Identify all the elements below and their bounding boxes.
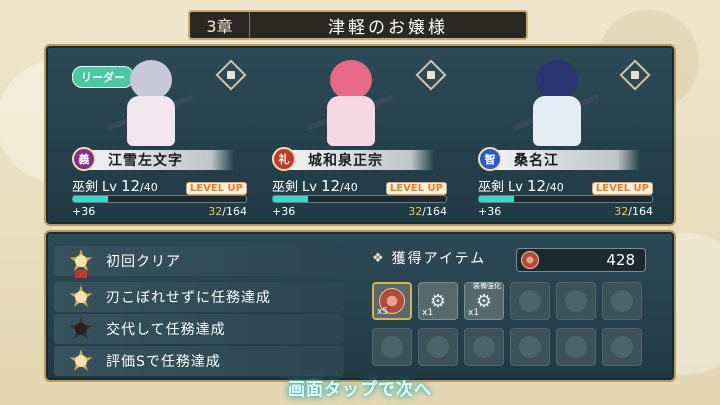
exp-gain: +36 bbox=[72, 205, 96, 218]
class-label: 巫剣 bbox=[72, 180, 99, 195]
items-header: ❖ 獲得アイテム bbox=[372, 248, 486, 268]
medal-gold-icon bbox=[66, 246, 96, 278]
exp-gain: +36 bbox=[478, 205, 502, 218]
level-value: 12 bbox=[120, 177, 141, 195]
attribute-icon: 礼 bbox=[272, 147, 296, 171]
item-slot-empty bbox=[464, 328, 504, 366]
medal-gold-icon bbox=[66, 346, 96, 376]
exp-gain: +36 bbox=[272, 205, 296, 218]
character-name: 江雪左文字 bbox=[82, 150, 234, 170]
item-slot-empty bbox=[510, 282, 550, 320]
exp-total: /164 bbox=[222, 205, 247, 218]
item-slot-empty bbox=[556, 282, 596, 320]
character-card-1[interactable]: 江雪左文字 義 巫剣 Lv 12 /40 LEVEL UP +36 32/164 bbox=[50, 50, 250, 220]
levelup-badge: LEVEL UP bbox=[591, 182, 653, 195]
currency-value: 428 bbox=[606, 251, 635, 269]
item-slot-empty bbox=[372, 328, 412, 366]
exp-current: 32 bbox=[208, 205, 223, 218]
stage-name: 津軽のお嬢様 bbox=[328, 17, 448, 38]
level-line: 巫剣 Lv 12 /40 LEVEL UP bbox=[72, 176, 247, 195]
level-max: /40 bbox=[340, 181, 358, 194]
item-slot-empty bbox=[556, 328, 596, 366]
crest-icon bbox=[415, 59, 447, 91]
item-slot-empty bbox=[510, 328, 550, 366]
items-title: 獲得アイテム bbox=[391, 251, 487, 267]
exp-fill bbox=[73, 196, 108, 202]
mission-label: 刃こぼれせずに任務達成 bbox=[106, 290, 271, 306]
class-label: 巫剣 bbox=[478, 180, 505, 195]
exp-bar bbox=[72, 195, 247, 203]
item-slot-empty bbox=[602, 328, 642, 366]
chapter-label: 3章 bbox=[190, 12, 250, 38]
level-value: 12 bbox=[526, 177, 547, 195]
level-value: 12 bbox=[320, 177, 341, 195]
stage-title-bar: 3章 津軽のお嬢様 bbox=[188, 10, 528, 40]
class-label: 巫剣 bbox=[272, 180, 299, 195]
diamond-icon: ❖ bbox=[372, 250, 386, 266]
level-max: /40 bbox=[140, 181, 158, 194]
character-card-3[interactable]: 桑名江 智 巫剣 Lv 12 /40 LEVEL UP +36 32/164 bbox=[456, 50, 656, 220]
exp-total: /164 bbox=[422, 205, 447, 218]
attribute-icon: 義 bbox=[72, 147, 96, 171]
mission-row-1: 初回クリア bbox=[54, 246, 344, 278]
item-slot-3[interactable]: ⚙ x1 装備強化 bbox=[464, 282, 504, 320]
medal-dark-icon bbox=[66, 314, 96, 344]
exp-bar bbox=[272, 195, 447, 203]
coin-icon bbox=[521, 251, 539, 269]
exp-fill bbox=[273, 196, 308, 202]
lv-label: Lv bbox=[302, 180, 317, 195]
exp-fill bbox=[479, 196, 514, 202]
item-qty: x1 bbox=[422, 308, 434, 318]
tap-to-continue[interactable]: 画面タップで次へ bbox=[260, 375, 460, 400]
character-card-2[interactable]: 城和泉正宗 礼 巫剣 Lv 12 /40 LEVEL UP +36 32/164 bbox=[250, 50, 450, 220]
mission-row-3: 交代して任務達成 bbox=[54, 314, 344, 344]
levelup-badge: LEVEL UP bbox=[185, 182, 247, 195]
mission-label: 評価Sで任務達成 bbox=[106, 354, 221, 370]
crest-icon bbox=[215, 59, 247, 91]
mission-label: 交代して任務達成 bbox=[106, 322, 226, 338]
medal-gold-icon bbox=[66, 282, 96, 312]
lv-label: Lv bbox=[508, 180, 523, 195]
levelup-badge: LEVEL UP bbox=[385, 182, 447, 195]
mission-label: 初回クリア bbox=[106, 254, 181, 270]
currency-count: 428 bbox=[516, 248, 646, 272]
character-name: 城和泉正宗 bbox=[282, 150, 434, 170]
level-line: 巫剣 Lv 12 /40 LEVEL UP bbox=[478, 176, 653, 195]
item-slot-2[interactable]: ⚙ x1 bbox=[418, 282, 458, 320]
exp-total: /164 bbox=[628, 205, 653, 218]
item-slot-empty bbox=[418, 328, 458, 366]
mission-row-4: 評価Sで任務達成 bbox=[54, 346, 344, 376]
attribute-icon: 智 bbox=[478, 147, 502, 171]
character-sprite bbox=[511, 50, 601, 150]
character-sprite bbox=[105, 50, 195, 150]
character-name: 桑名江 bbox=[488, 150, 640, 170]
exp-bar bbox=[478, 195, 653, 203]
item-qty: x1 bbox=[468, 308, 480, 318]
level-line: 巫剣 Lv 12 /40 LEVEL UP bbox=[272, 176, 447, 195]
level-max: /40 bbox=[546, 181, 564, 194]
crest-icon bbox=[619, 59, 651, 91]
mission-row-2: 刃こぼれせずに任務達成 bbox=[54, 282, 344, 312]
item-slot-1[interactable]: x5 bbox=[372, 282, 412, 320]
lv-label: Lv bbox=[102, 180, 117, 195]
item-tag: 装備強化 bbox=[473, 282, 501, 290]
exp-current: 32 bbox=[408, 205, 423, 218]
item-qty: x5 bbox=[377, 307, 389, 317]
item-slot-empty bbox=[602, 282, 642, 320]
character-sprite bbox=[305, 50, 395, 150]
exp-current: 32 bbox=[614, 205, 629, 218]
